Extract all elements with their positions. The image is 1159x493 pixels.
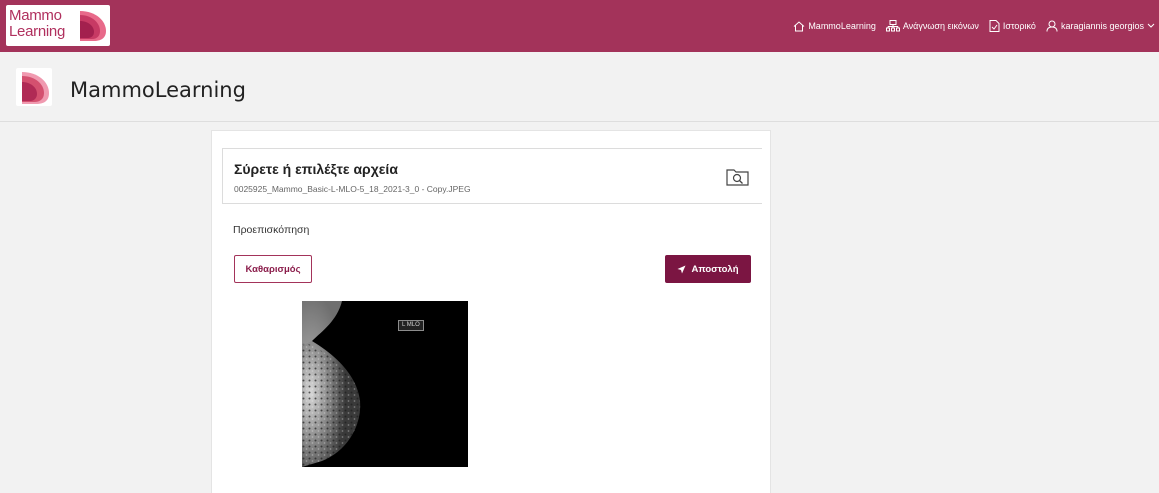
nav-item-history[interactable]: Ιστορικό bbox=[989, 20, 1036, 32]
send-button-label: Αποστολή bbox=[691, 263, 739, 275]
file-dropzone[interactable]: Σύρετε ή επιλέξτε αρχεία 0025925_Mammo_B… bbox=[222, 148, 762, 204]
main-nav: MammoLearning Ανάγνωση εικόνων Ιστορικό … bbox=[793, 0, 1155, 52]
folder-search-icon[interactable] bbox=[726, 167, 750, 187]
send-button[interactable]: Αποστολή bbox=[665, 255, 751, 283]
mammogram-graphic bbox=[302, 301, 361, 467]
nav-item-label: Ιστορικό bbox=[1002, 21, 1036, 31]
page-header: MammoLearning bbox=[0, 52, 1159, 122]
app-logo[interactable]: Mammo Learning bbox=[6, 5, 110, 46]
logo-mark-icon bbox=[80, 11, 106, 41]
upload-card: Σύρετε ή επιλέξτε αρχεία 0025925_Mammo_B… bbox=[211, 130, 771, 493]
nav-item-user-menu[interactable]: karagiannis georgios bbox=[1046, 20, 1155, 32]
header-logo-icon bbox=[16, 68, 52, 106]
nav-item-mammolearning[interactable]: MammoLearning bbox=[793, 20, 876, 32]
top-navbar: Mammo Learning MammoLearning Ανάγνωση ει… bbox=[0, 0, 1159, 52]
chevron-down-icon bbox=[1147, 23, 1155, 28]
nav-item-label: Ανάγνωση εικόνων bbox=[902, 21, 979, 31]
mammogram-preview-image: L MLO bbox=[302, 301, 468, 467]
dropzone-title: Σύρετε ή επιλέξτε αρχεία bbox=[234, 161, 398, 177]
nav-item-label: MammoLearning bbox=[808, 21, 876, 31]
send-icon bbox=[677, 265, 686, 273]
nav-item-image-reading[interactable]: Ανάγνωση εικόνων bbox=[885, 20, 979, 32]
document-icon bbox=[989, 20, 1000, 32]
home-icon bbox=[793, 20, 805, 31]
preview-label: Προεπισκόπηση bbox=[233, 224, 310, 236]
network-icon bbox=[885, 20, 900, 32]
logo-text: Mammo Learning bbox=[9, 7, 65, 40]
user-name: karagiannis georgios bbox=[1060, 21, 1144, 31]
clear-button[interactable]: Καθαρισμός bbox=[234, 255, 312, 283]
selected-filename: 0025925_Mammo_Basic-L-MLO-5_18_2021-3_0 … bbox=[234, 184, 471, 194]
page-title: MammoLearning bbox=[70, 78, 246, 102]
view-label-tag: L MLO bbox=[398, 320, 424, 331]
user-icon bbox=[1046, 20, 1058, 32]
